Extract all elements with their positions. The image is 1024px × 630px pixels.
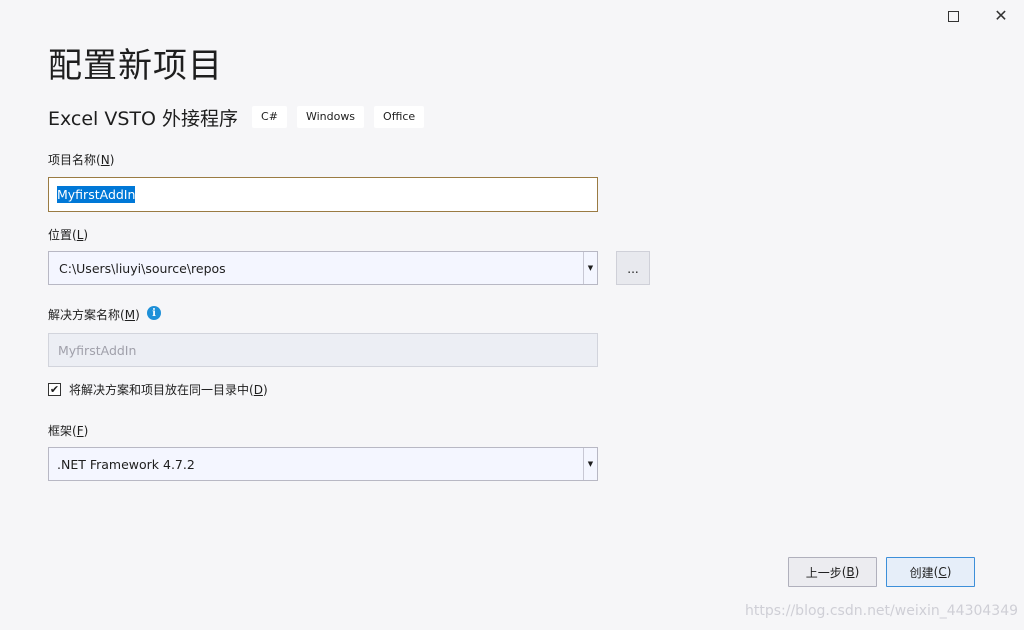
project-name-input[interactable]: MyfirstAddIn [48,177,598,212]
watermark: https://blog.csdn.net/weixin_44304349 [745,603,1019,619]
project-name-label: 项目名称(N) [48,153,115,167]
location-value: C:\Users\liuyi\source\repos [59,260,226,276]
create-button[interactable]: 创建(C) [886,557,975,587]
solution-name-value: MyfirstAddIn [58,342,137,358]
solution-name-input: MyfirstAddIn [48,333,598,367]
framework-dropdown-arrow-icon[interactable]: ▼ [583,448,597,480]
close-icon: ✕ [994,6,1008,25]
tag-language: C# [252,106,287,128]
same-directory-label: 将解决方案和项目放在同一目录中(D) [69,383,268,397]
maximize-button[interactable] [938,4,968,28]
template-name: Excel VSTO 外接程序 [48,107,239,130]
page-title: 配置新项目 [48,46,223,86]
location-combobox[interactable]: C:\Users\liuyi\source\repos ▼ [48,251,598,285]
project-name-value: MyfirstAddIn [57,186,136,203]
tag-platform: Windows [296,106,365,128]
close-button[interactable]: ✕ [986,4,1016,28]
location-label: 位置(L) [48,228,89,242]
back-button[interactable]: 上一步(B) [788,557,877,587]
framework-combobox[interactable]: .NET Framework 4.7.2 ▼ [48,447,598,481]
framework-label: 框架(F) [48,424,89,438]
info-icon[interactable]: i [147,306,161,320]
same-directory-option[interactable]: ✔ 将解决方案和项目放在同一目录中(D) [48,381,268,398]
maximize-icon [947,10,959,22]
solution-name-label: 解决方案名称(M) [48,308,140,322]
location-dropdown-arrow-icon[interactable]: ▼ [583,252,597,284]
same-directory-checkbox[interactable]: ✔ [48,383,61,396]
browse-button[interactable]: ... [616,251,650,285]
tag-project-type: Office [374,106,425,128]
template-header: Excel VSTO 外接程序 C# Windows Office [48,104,434,130]
framework-value: .NET Framework 4.7.2 [57,456,195,472]
